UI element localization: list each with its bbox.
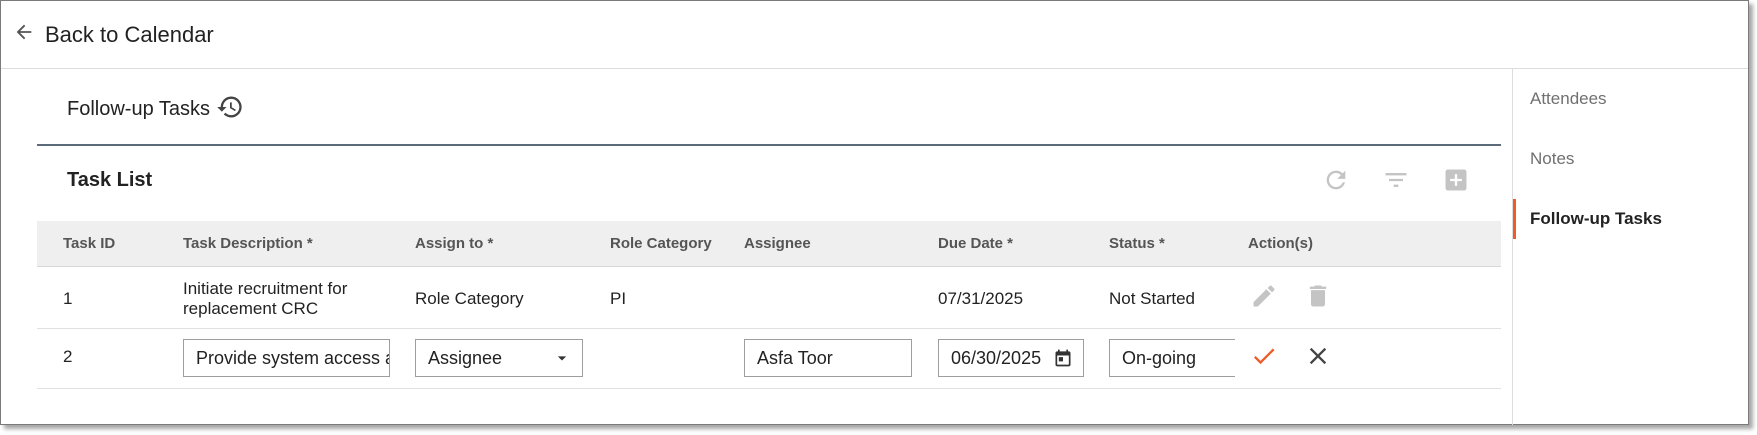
task-id-cell: 1: [63, 289, 73, 308]
save-task-button[interactable]: [1249, 343, 1279, 373]
main-content: Follow-up Tasks Task List Task ID Task D…: [37, 69, 1501, 425]
column-header-task-description: Task Description *: [183, 235, 313, 252]
due-date-cell: 07/31/2025: [938, 289, 1024, 308]
status-cell: Not Started: [1109, 289, 1195, 308]
back-to-calendar-link[interactable]: Back to Calendar: [13, 21, 214, 48]
check-icon: [1250, 342, 1278, 375]
assignee-input[interactable]: Asfa Toor: [744, 339, 912, 377]
assign-to-select[interactable]: Assignee: [415, 339, 583, 377]
refresh-button[interactable]: [1321, 167, 1351, 197]
assign-to-value: Assignee: [428, 347, 503, 368]
add-box-icon: [1442, 166, 1470, 199]
add-task-button[interactable]: [1441, 167, 1471, 197]
section-sidebar: Attendees Notes Follow-up Tasks: [1512, 69, 1748, 425]
section-divider: [37, 144, 1501, 146]
task-description-cell: Initiate recruitment for replacement CRC: [183, 279, 348, 318]
task-list-title: Task List: [67, 169, 153, 191]
column-header-task-id: Task ID: [63, 235, 116, 252]
top-bar: Back to Calendar: [1, 1, 1748, 69]
section-title: Follow-up Tasks: [67, 98, 211, 120]
sidebar-item-notes[interactable]: Notes: [1513, 139, 1749, 179]
edit-task-button[interactable]: [1249, 283, 1279, 313]
delete-task-button[interactable]: [1303, 283, 1333, 313]
sidebar-item-label: Attendees: [1530, 89, 1607, 108]
column-header-role-category: Role Category: [610, 235, 712, 252]
back-label: Back to Calendar: [45, 21, 214, 47]
sidebar-item-label: Follow-up Tasks: [1530, 209, 1662, 228]
section-header: Follow-up Tasks: [67, 93, 244, 126]
sidebar-item-attendees[interactable]: Attendees: [1513, 79, 1749, 119]
filter-button[interactable]: [1381, 167, 1411, 197]
column-header-actions: Action(s): [1248, 235, 1313, 252]
task-id-cell: 2: [63, 347, 73, 366]
task-description-input[interactable]: Provide system access ar: [183, 339, 390, 377]
status-input[interactable]: On-going: [1109, 339, 1235, 377]
column-header-status: Status *: [1109, 235, 1165, 252]
sidebar-item-follow-up-tasks[interactable]: Follow-up Tasks: [1513, 199, 1749, 239]
task-list-toolbar: [1321, 167, 1501, 197]
due-date-value: 06/30/2025: [951, 347, 1042, 368]
edit-icon: [1250, 282, 1278, 315]
due-date-input[interactable]: 06/30/2025: [938, 339, 1084, 377]
refresh-icon: [1322, 166, 1350, 199]
history-icon[interactable]: [210, 93, 244, 126]
role-category-cell: PI: [610, 289, 627, 308]
column-header-due-date: Due Date *: [938, 235, 1014, 252]
delete-icon: [1304, 282, 1332, 315]
table-row: 1 Initiate recruitment for replacement C…: [37, 267, 1501, 329]
filter-icon: [1382, 166, 1410, 199]
app-window: Back to Calendar Follow-up Tasks Task Li…: [0, 0, 1749, 425]
sidebar-item-label: Notes: [1530, 149, 1575, 168]
column-header-assign-to: Assign to *: [415, 235, 494, 252]
assign-to-cell: Role Category: [415, 289, 524, 308]
cancel-edit-button[interactable]: [1303, 343, 1333, 373]
arrow-back-icon: [13, 21, 35, 48]
task-table-header: Task ID Task Description * Assign to * R…: [37, 221, 1501, 267]
table-row: 2 Provide system access ar Assignee Asfa…: [37, 329, 1501, 389]
column-header-assignee: Assignee: [744, 235, 811, 252]
close-icon: [1304, 342, 1332, 375]
